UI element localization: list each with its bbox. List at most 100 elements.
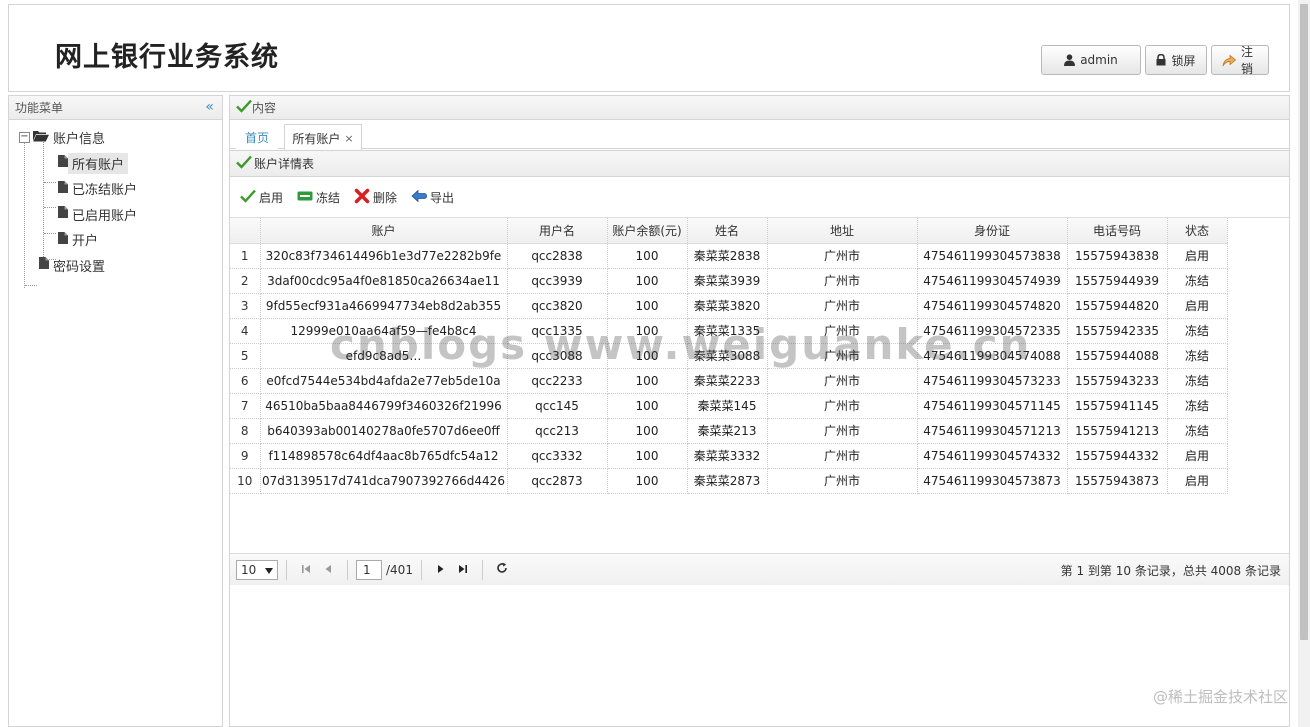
cell-phone: 15575944088 xyxy=(1067,343,1168,369)
cell-id-card: 475461199304574820 xyxy=(917,293,1068,319)
app-title: 网上银行业务系统 xyxy=(55,42,279,73)
cell-name: 秦菜菜2838 xyxy=(687,243,768,269)
cell-status: 启用 xyxy=(1167,243,1228,269)
cell-id-card: 475461199304574332 xyxy=(917,443,1068,469)
cell-id-card: 475461199304571213 xyxy=(917,418,1068,444)
grid-title: 账户详情表 xyxy=(254,157,315,171)
table-row[interactable]: 3 9fd55ecf931a4669947734eb8d2ab355 qcc3820… xyxy=(230,293,1228,319)
cell-phone: 15575943873 xyxy=(1067,468,1168,494)
table-row[interactable]: 1 320c83f734614496b1e3d77e2282b9fe qcc2838… xyxy=(230,243,1228,269)
pagination-bar: 10 1 /401 第 1 到第 10 条记录，总共 4008 条记录 xyxy=(230,553,1289,585)
cell-balance: 100 xyxy=(607,368,688,394)
scrollbar-thumb[interactable] xyxy=(1300,4,1308,640)
enable-button[interactable]: 启用 xyxy=(240,189,283,206)
cell-username: qcc2873 xyxy=(507,468,608,494)
cell-address: 广州市 xyxy=(767,443,918,469)
lock-screen-button[interactable]: 锁屏 xyxy=(1145,45,1207,75)
tab-all-accounts[interactable]: 所有账户 × xyxy=(284,124,362,151)
cell-balance: 100 xyxy=(607,243,688,269)
first-page-button[interactable] xyxy=(295,559,317,581)
table-row[interactable]: 9 f114898578c64df4aac8b765dfc54a12 qcc3332… xyxy=(230,443,1228,469)
tree-connector xyxy=(25,285,37,286)
table-row[interactable]: 2 3daf00cdc95a4f0e81850ca26634ae11 qcc3939… xyxy=(230,268,1228,294)
cell-status: 冻结 xyxy=(1167,368,1228,394)
sidebar-item-label: 开户 xyxy=(72,234,99,250)
cell-username: qcc3088 xyxy=(507,343,608,369)
sidebar-item-frozen-accounts[interactable]: 已冻结账户 xyxy=(9,176,222,202)
delete-button-label: 删除 xyxy=(373,190,398,205)
pager-separator xyxy=(286,559,287,580)
cell-account: f114898578c64df4aac8b765dfc54a12 xyxy=(260,443,508,469)
grid-title-bar: 账户详情表 xyxy=(230,150,1289,177)
delete-button[interactable]: 删除 xyxy=(354,188,397,207)
cell-id-card: 475461199304574939 xyxy=(917,268,1068,294)
page-size-select[interactable]: 10 xyxy=(236,559,278,580)
column-header[interactable]: 身份证 xyxy=(917,218,1068,244)
delete-x-icon xyxy=(354,188,370,207)
sidebar-item-label: 已启用账户 xyxy=(72,208,138,224)
cell-address: 广州市 xyxy=(767,268,918,294)
lock-button-label: 锁屏 xyxy=(1171,53,1196,68)
sidebar-item-open-account[interactable]: 开户 xyxy=(9,227,222,253)
column-header[interactable]: 姓名 xyxy=(687,218,768,244)
sidebar-item-label: 已冻结账户 xyxy=(72,183,138,199)
cell-status: 启用 xyxy=(1167,443,1228,469)
next-page-button[interactable] xyxy=(430,559,452,581)
column-header[interactable]: 状态 xyxy=(1167,218,1228,244)
sidebar-item-password-settings[interactable]: 密码设置 xyxy=(9,253,222,279)
tree-collapse-toggle[interactable]: − xyxy=(19,132,30,144)
cell-address: 广州市 xyxy=(767,318,918,344)
sidebar-item-enabled-accounts[interactable]: 已启用账户 xyxy=(9,202,222,228)
table-row[interactable]: 8 b640393ab00140278a0fe5707d6ee0ff qcc213 1… xyxy=(230,418,1228,444)
close-tab-icon[interactable]: × xyxy=(344,132,353,145)
last-page-button[interactable] xyxy=(452,559,474,581)
table-row[interactable]: 5 efd9c8ad5… qcc3088 100 秦菜菜3088 广州市 475461199… xyxy=(230,343,1228,369)
cell-address: 广州市 xyxy=(767,393,918,419)
user-button[interactable]: admin xyxy=(1041,45,1141,75)
tab-bar: 首页 所有账户 × xyxy=(230,120,1289,151)
table-row[interactable]: 10 07d3139517d741dca7907392766d4426 qcc287… xyxy=(230,468,1228,494)
table-body: 1 320c83f734614496b1e3d77e2282b9fe qcc2838… xyxy=(230,243,1228,494)
file-icon xyxy=(39,257,49,273)
column-header[interactable]: 用户名 xyxy=(507,218,608,244)
tree-group-account-info[interactable]: − 账户信息 xyxy=(9,125,222,151)
refresh-button[interactable] xyxy=(491,559,513,581)
export-button[interactable]: 导出 xyxy=(411,189,454,206)
grid-toolbar: 启用 冻结 删除 导出 xyxy=(230,177,1289,218)
prev-page-button[interactable] xyxy=(317,559,339,581)
row-number: 7 xyxy=(230,393,261,419)
cell-status: 冻结 xyxy=(1167,393,1228,419)
cell-balance: 100 xyxy=(607,393,688,419)
prev-page-icon xyxy=(324,563,332,577)
share-arrow-icon xyxy=(1222,54,1236,67)
column-header[interactable]: 账户 xyxy=(260,218,508,244)
cell-phone: 15575941213 xyxy=(1067,418,1168,444)
column-header[interactable]: 账户余额(元) xyxy=(607,218,688,244)
last-page-icon xyxy=(458,563,468,577)
cell-username: qcc2233 xyxy=(507,368,608,394)
column-header[interactable]: 地址 xyxy=(767,218,918,244)
table-row[interactable]: 7 46510ba5baa8446799f3460326f21996 qcc145 1… xyxy=(230,393,1228,419)
cell-balance: 100 xyxy=(607,318,688,344)
page-number-input[interactable]: 1 xyxy=(356,559,382,580)
logout-button[interactable]: 注销 xyxy=(1211,45,1269,76)
page-scrollbar[interactable] xyxy=(1298,0,1310,727)
cell-phone: 15575942335 xyxy=(1067,318,1168,344)
sidebar-item-label: 密码设置 xyxy=(53,259,106,275)
freeze-button[interactable]: 冻结 xyxy=(297,189,340,206)
tab-home[interactable]: 首页 xyxy=(236,124,278,150)
refresh-icon xyxy=(496,562,508,577)
cell-status: 冻结 xyxy=(1167,343,1228,369)
cell-phone: 15575944939 xyxy=(1067,268,1168,294)
export-button-label: 导出 xyxy=(430,190,455,205)
cell-status: 启用 xyxy=(1167,293,1228,319)
sidebar-item-all-accounts[interactable]: 所有账户 xyxy=(9,151,222,177)
table-row[interactable]: 6 e0fcd7544e534bd4afda2e77eb5de10a qcc2233… xyxy=(230,368,1228,394)
collapse-sidebar-icon[interactable]: « xyxy=(205,99,214,115)
enable-button-label: 启用 xyxy=(259,190,284,205)
cell-balance: 100 xyxy=(607,268,688,294)
cell-phone: 15575944820 xyxy=(1067,293,1168,319)
table-row[interactable]: 4 12999e010aa64af59—fe4b8c4 qcc1335 100 秦菜菜1… xyxy=(230,318,1228,344)
page-total: /401 xyxy=(386,562,413,577)
column-header[interactable]: 电话号码 xyxy=(1067,218,1168,244)
